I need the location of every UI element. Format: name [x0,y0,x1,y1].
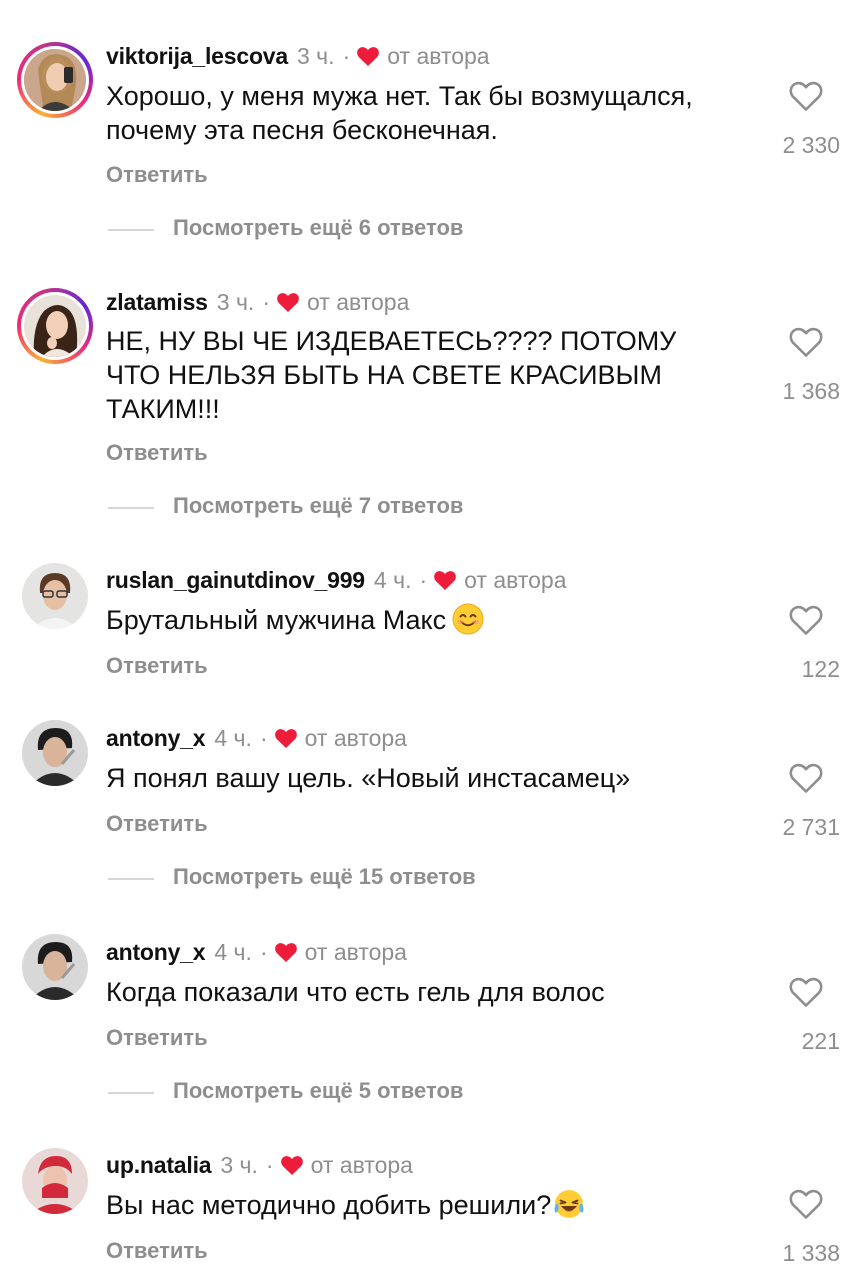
separator-dot: · [259,724,268,751]
comment-meta: up.natalia 3 ч. · от автора [106,1149,413,1181]
author-like-label: от автора [464,566,567,593]
view-more-replies[interactable]: Посмотреть ещё 5 ответов [0,1078,862,1108]
reply-button[interactable]: Ответить [106,1025,208,1051]
reply-button[interactable]: Ответить [106,811,208,837]
comment-meta: antony_x 4 ч. · от автора [106,722,407,754]
avatar-photo-woman-red[interactable] [22,1148,88,1214]
comment-text: Когда показали что есть гель для волос [106,977,605,1007]
reply-button[interactable]: Ответить [106,653,208,679]
comment-meta: ruslan_gainutdinov_999 4 ч. · от автора [106,564,567,596]
separator-dot: · [262,288,270,315]
comment-meta: antony_x 4 ч. · от автора [106,936,407,968]
comment-username[interactable]: ruslan_gainutdinov_999 [106,567,365,594]
comment-time: 3 ч. [297,42,335,69]
author-liked-heart-icon [356,45,380,67]
view-more-replies[interactable]: Посмотреть ещё 15 ответов [0,864,862,894]
author-liked-heart-icon [274,727,298,749]
replies-divider [108,507,154,509]
avatar-story-ring[interactable] [17,42,93,118]
comment-time: 4 ч. [214,938,252,965]
comment-text: Вы нас методично добить решили? [106,1188,756,1222]
author-like-label: от автора [304,724,407,751]
tears-of-joy-emoji [553,1188,585,1220]
comment-time: 4 ч. [373,566,412,593]
view-more-replies-label[interactable]: Посмотреть ещё 5 ответов [173,1078,463,1104]
author-liked-heart-icon [433,569,457,591]
comment-text-content: Брутальный мужчина Макс [106,605,447,635]
like-count: 1 338 [782,1240,840,1266]
separator-dot: · [342,42,351,69]
avatar-photo-man-dark[interactable] [22,934,88,1000]
comment-text-content: Вы нас методично добить решили? [106,1190,552,1220]
comment-username[interactable]: up.natalia [106,1152,212,1179]
author-like-label: от автора [310,1151,413,1178]
author-like-label: от автора [387,42,490,69]
like-count: 122 [801,656,840,682]
comment-text: Брутальный мужчина Макс [106,603,756,637]
like-heart-icon[interactable] [788,1188,824,1220]
author-like-label: от автора [304,938,407,965]
replies-divider [108,878,154,880]
replies-divider [108,229,154,231]
reply-button[interactable]: Ответить [106,162,208,188]
like-heart-icon[interactable] [788,80,824,112]
comment-username[interactable]: zlatamiss [106,289,208,316]
avatar-photo-man-dark[interactable] [22,720,88,786]
comment-time: 3 ч. [216,288,255,315]
comment-text: Хорошо, у меня мужа нет. Так бы возмущал… [106,81,693,145]
view-more-replies[interactable]: Посмотреть ещё 6 ответов [0,215,862,245]
avatar-story-ring[interactable] [17,288,93,364]
comment-username[interactable]: antony_x [106,725,206,752]
separator-dot: · [265,1151,274,1178]
like-count: 2 731 [782,814,840,840]
author-liked-heart-icon [274,941,298,963]
avatar-photo-woman-brunette [24,295,86,357]
comment-username[interactable]: viktorija_lescova [106,43,288,70]
view-more-replies-label[interactable]: Посмотреть ещё 7 ответов [173,493,463,519]
comment-meta: zlatamiss 3 ч. · от автора [106,286,409,318]
comment-time: 4 ч. [214,724,252,751]
comment-meta: viktorija_lescova 3 ч. · от автора [106,40,490,72]
view-more-replies-label[interactable]: Посмотреть ещё 15 ответов [173,864,476,890]
author-liked-heart-icon [280,1154,304,1176]
view-more-replies[interactable]: Посмотреть ещё 7 ответов [0,493,862,523]
comment-time: 3 ч. [220,1151,258,1178]
separator-dot: · [259,938,268,965]
reply-button[interactable]: Ответить [106,440,208,466]
separator-dot: · [419,566,428,593]
like-count: 221 [801,1028,840,1054]
comment-text: НЕ, НУ ВЫ ЧЕ ИЗДЕВАЕТЕСЬ???? ПОТОМУ ЧТО … [106,326,677,424]
comment-text: Я понял вашу цель. «Новый инстасамец» [106,763,631,793]
author-liked-heart-icon [276,291,300,313]
reply-button[interactable]: Ответить [106,1238,208,1264]
like-heart-icon[interactable] [788,604,824,636]
comment-username[interactable]: antony_x [106,939,206,966]
like-heart-icon[interactable] [788,762,824,794]
like-heart-icon[interactable] [788,976,824,1008]
smiling-face-emoji [452,603,484,635]
view-more-replies-label[interactable]: Посмотреть ещё 6 ответов [173,215,463,241]
like-count: 2 330 [782,132,840,158]
like-heart-icon[interactable] [788,326,824,358]
author-like-label: от автора [307,288,410,315]
avatar-photo-woman-blonde [24,49,86,111]
avatar-photo-man-glasses[interactable] [22,563,88,629]
like-count: 1 368 [782,378,840,404]
replies-divider [108,1092,154,1094]
